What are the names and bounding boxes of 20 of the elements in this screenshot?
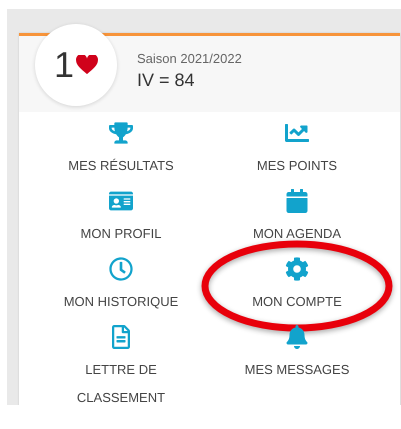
line-chart-icon[interactable] <box>285 121 309 145</box>
menu-link[interactable]: MES MESSAGES <box>244 356 350 384</box>
menu-link[interactable]: MON HISTORIQUE <box>64 288 178 316</box>
rank-number: 1 <box>54 44 74 86</box>
settings-icon[interactable] <box>285 257 309 281</box>
id-card-icon[interactable] <box>109 189 133 213</box>
heart-icon <box>76 55 98 75</box>
menu-link[interactable]: MON AGENDA <box>252 220 342 248</box>
clock-icon[interactable] <box>109 257 133 281</box>
menu-link[interactable]: MES POINTS <box>256 152 338 180</box>
document-icon[interactable] <box>109 325 133 349</box>
iv-value: IV = 84 <box>137 70 196 91</box>
trophy-icon[interactable] <box>109 121 133 145</box>
menu-link[interactable]: MON PROFIL <box>80 220 162 248</box>
season-label: Saison 2021/2022 <box>137 51 242 66</box>
menu-link[interactable]: MES RÉSULTATS <box>68 152 174 180</box>
bell-icon[interactable] <box>285 325 309 349</box>
menu-link[interactable]: LETTRE DE CLASSEMENT <box>61 356 181 405</box>
menu-link[interactable]: MON COMPTE <box>252 288 342 316</box>
calendar-icon[interactable] <box>285 189 309 213</box>
